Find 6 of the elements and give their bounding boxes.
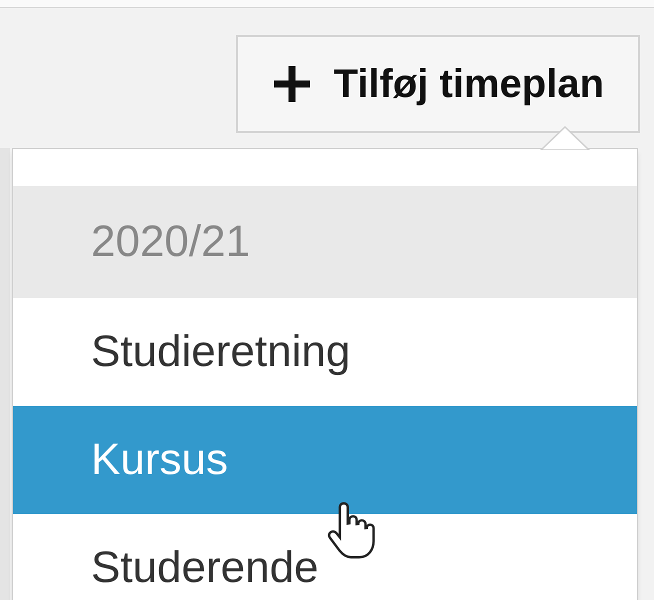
menu-item[interactable]: Studerende [13, 514, 637, 600]
menu-item[interactable]: Studieretning [13, 298, 637, 406]
add-schedule-button[interactable]: Tilføj timeplan [236, 35, 640, 133]
menu-header: 2020/21 [13, 186, 637, 298]
plus-icon [272, 64, 312, 104]
hand-cursor-icon [326, 500, 376, 560]
